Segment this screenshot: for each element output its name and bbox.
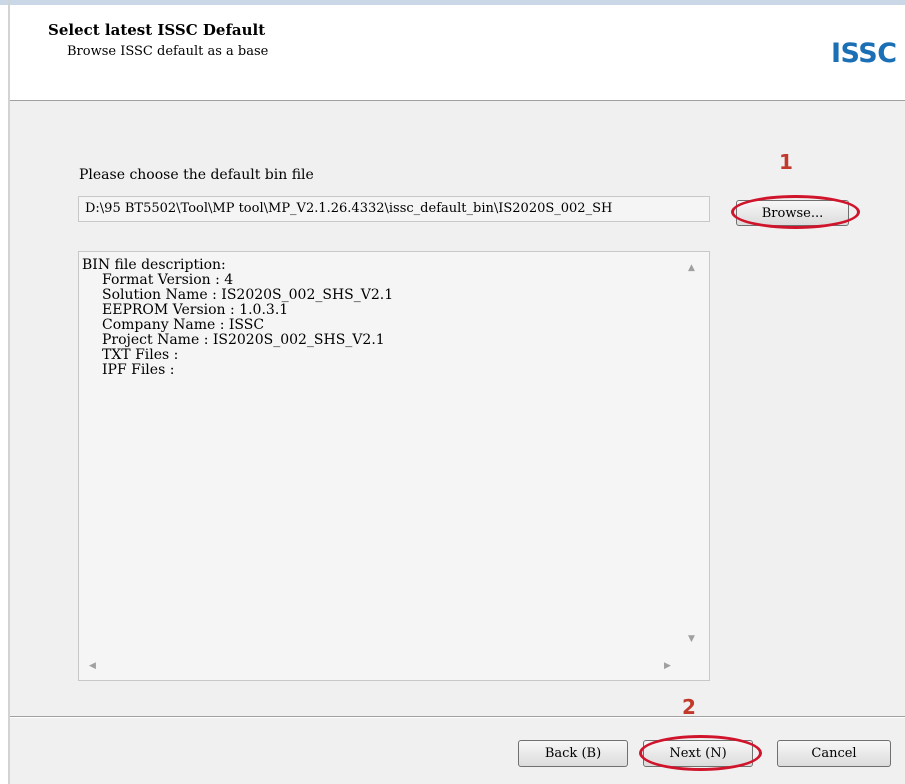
browse-highlight-ring: [731, 195, 860, 229]
page-subtitle: Browse ISSC default as a base: [67, 44, 269, 59]
next-highlight-ring: [639, 735, 762, 771]
wizard-footer: [10, 718, 905, 784]
step-1-annotation: 1: [779, 150, 793, 174]
scroll-down-arrow-icon[interactable]: ▼: [688, 634, 695, 644]
scroll-up-arrow-icon[interactable]: ▲: [688, 263, 695, 273]
scroll-right-arrow-icon[interactable]: ▶: [664, 661, 671, 671]
description-line: Solution Name : IS2020S_002_SHS_V2.1: [102, 287, 394, 303]
description-line: Company Name : ISSC: [102, 317, 265, 333]
page-title: Select latest ISSC Default: [48, 21, 266, 39]
description-line: EEPROM Version : 1.0.3.1: [102, 302, 289, 318]
issc-logo: ISSC: [831, 38, 897, 69]
scroll-left-arrow-icon[interactable]: ◀: [89, 661, 96, 671]
back-button[interactable]: Back (B): [518, 740, 628, 767]
description-line: Format Version : 4: [102, 272, 234, 288]
step-2-annotation: 2: [682, 695, 696, 719]
cancel-button[interactable]: Cancel: [777, 740, 891, 767]
bin-description-text: BIN file description: Format Version : 4…: [82, 258, 393, 378]
description-line: Project Name : IS2020S_002_SHS_V2.1: [102, 332, 385, 348]
wizard-header: Select latest ISSC Default Browse ISSC d…: [10, 5, 905, 100]
bin-description-box[interactable]: BIN file description: Format Version : 4…: [78, 251, 710, 681]
default-bin-label: Please choose the default bin file: [79, 167, 314, 183]
description-line: TXT Files :: [102, 347, 179, 363]
description-line: IPF Files :: [102, 362, 175, 378]
description-heading: BIN file description:: [82, 257, 226, 273]
bin-path-field[interactable]: D:\95 BT5502\Tool\MP tool\MP_V2.1.26.433…: [78, 196, 710, 222]
